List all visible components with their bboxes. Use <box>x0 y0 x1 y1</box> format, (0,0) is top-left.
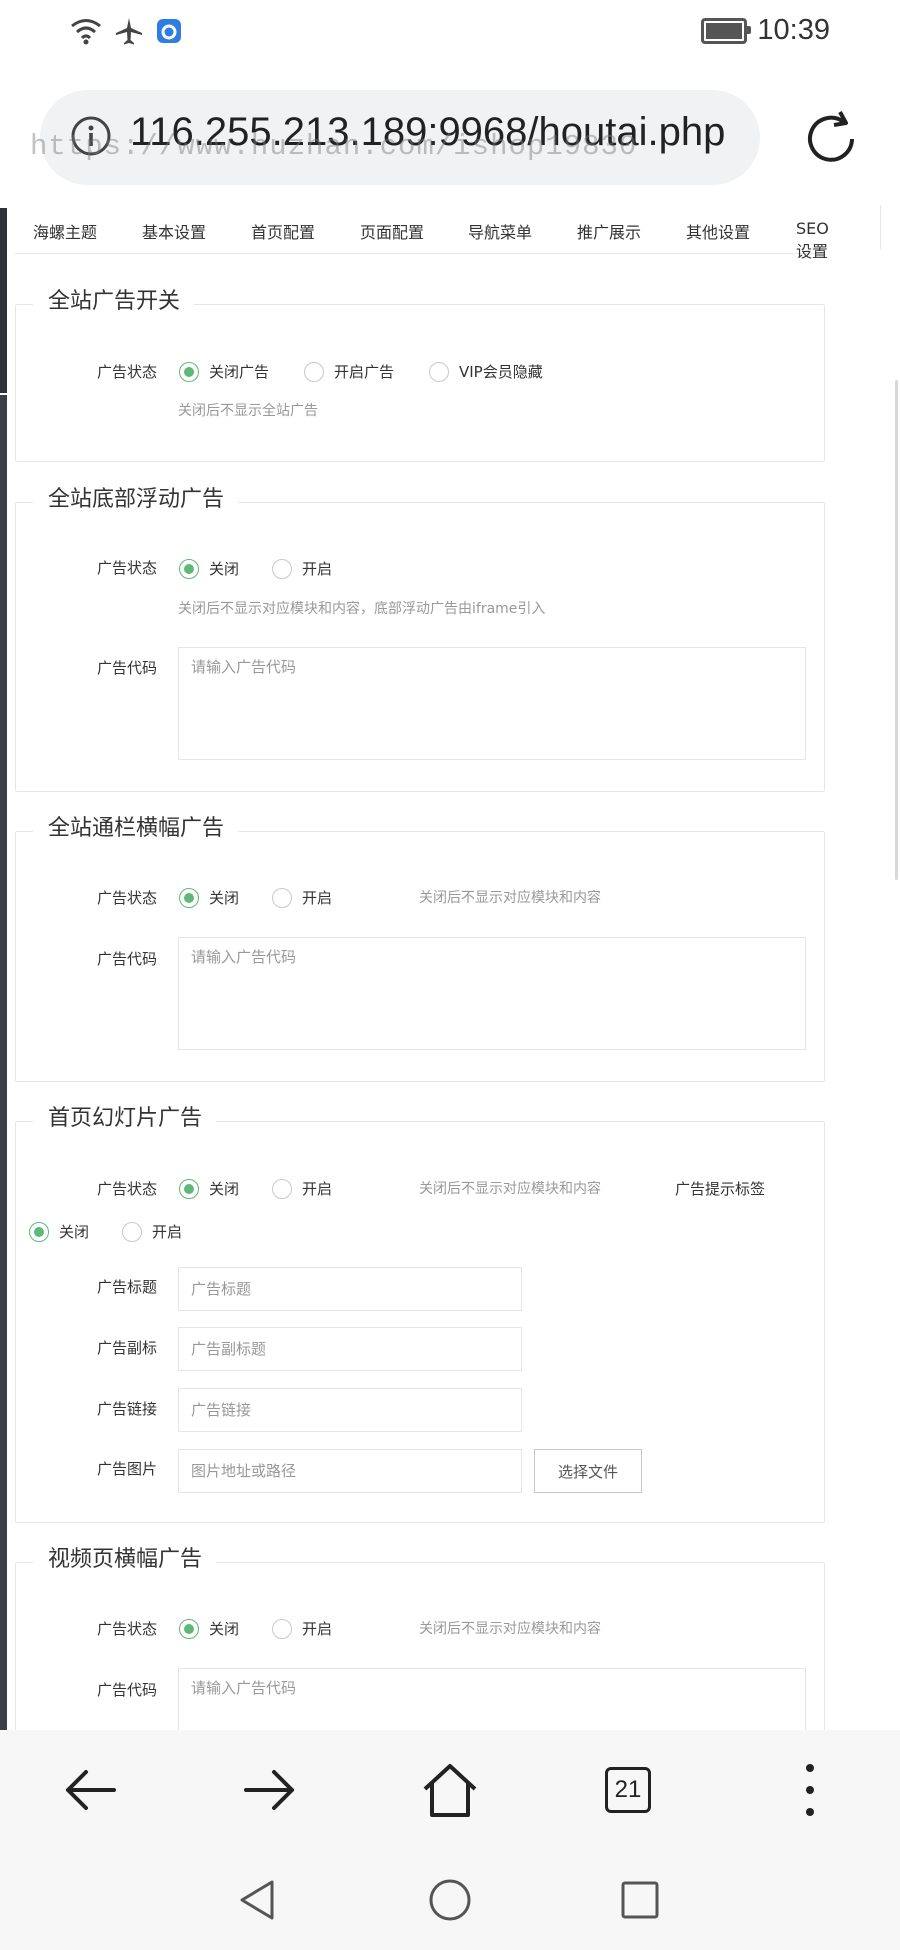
radio-tip-close[interactable]: 关闭 <box>29 1221 89 1242</box>
tab-seo-settings[interactable]: SEO设置 <box>796 219 829 262</box>
section-slideshow-ad: 首页幻灯片广告 广告状态 关闭 开启 关闭后不显示对应模块和内容 广告提示标签 … <box>15 1100 825 1523</box>
wifi-icon <box>71 19 101 45</box>
status-time: 10:39 <box>757 14 830 46</box>
tab-other-settings[interactable]: 其他设置 <box>686 219 750 243</box>
radio-unchecked-icon <box>272 887 292 908</box>
status-label: 广告状态 <box>97 363 158 381</box>
radio-close[interactable]: 关闭 <box>179 1618 239 1639</box>
radio-checked-icon <box>179 558 199 579</box>
radio-tip-open[interactable]: 开启 <box>122 1221 182 1242</box>
radio-vip-hide[interactable]: VIP会员隐藏 <box>429 361 543 382</box>
code-label: 广告代码 <box>97 950 158 968</box>
ad-image-input[interactable] <box>178 1449 522 1493</box>
browser-notification-icon <box>157 19 181 43</box>
radio-open-ad[interactable]: 开启广告 <box>304 361 394 382</box>
radio-close[interactable]: 关闭 <box>179 887 239 908</box>
status-icons-left <box>70 16 182 46</box>
left-edge-mark <box>0 395 7 1730</box>
radio-unchecked-icon <box>122 1221 142 1242</box>
hint-text: 关闭后不显示全站广告 <box>178 403 318 419</box>
nav-recents-icon[interactable] <box>618 1878 662 1922</box>
section-title: 全站广告开关 <box>33 283 195 315</box>
left-edge-mark <box>0 208 7 393</box>
tab-nav-menu[interactable]: 导航菜单 <box>468 219 532 243</box>
radio-unchecked-icon <box>272 1178 292 1199</box>
ad-title-input[interactable] <box>178 1267 522 1311</box>
page-scrollbar[interactable] <box>895 380 898 880</box>
ad-code-textarea[interactable] <box>178 937 806 1050</box>
hint-text: 关闭后不显示对应模块和内容，底部浮动广告由iframe引入 <box>178 601 546 617</box>
radio-open[interactable]: 开启 <box>272 887 332 908</box>
radio-checked-icon <box>179 1618 199 1639</box>
nav-home-icon[interactable] <box>428 1878 472 1922</box>
system-navigation-bar <box>0 1852 900 1950</box>
ad-link-label: 广告链接 <box>97 1400 158 1418</box>
hint-text: 关闭后不显示对应模块和内容 <box>419 1181 601 1197</box>
battery-icon <box>701 17 752 44</box>
ad-link-input[interactable] <box>178 1388 522 1432</box>
nav-back-icon[interactable] <box>236 1878 280 1922</box>
ad-subtitle-label: 广告副标 <box>97 1339 158 1357</box>
radio-checked-icon <box>179 361 199 382</box>
status-label: 广告状态 <box>97 559 158 577</box>
tabs-divider <box>880 205 881 249</box>
airplane-mode-icon <box>116 18 142 45</box>
back-arrow-icon[interactable] <box>60 1760 120 1820</box>
radio-open[interactable]: 开启 <box>272 558 332 579</box>
ad-subtitle-input[interactable] <box>178 1327 522 1371</box>
home-icon[interactable] <box>420 1760 480 1820</box>
radio-unchecked-icon <box>272 1618 292 1639</box>
radio-checked-icon <box>29 1221 49 1242</box>
radio-open[interactable]: 开启 <box>272 1618 332 1639</box>
ad-title-label: 广告标题 <box>97 1278 158 1296</box>
status-label: 广告状态 <box>97 889 158 907</box>
status-label: 广告状态 <box>97 1620 158 1638</box>
code-label: 广告代码 <box>97 1681 158 1699</box>
tab-basic-settings[interactable]: 基本设置 <box>142 219 206 243</box>
watermark-text: https://www.huzhan.com/ishop19830 <box>30 130 638 163</box>
status-label: 广告状态 <box>97 1180 158 1198</box>
radio-open[interactable]: 开启 <box>272 1178 332 1199</box>
forward-arrow-icon[interactable] <box>240 1760 300 1820</box>
radio-close-ad[interactable]: 关闭广告 <box>179 361 269 382</box>
radio-unchecked-icon <box>429 361 449 382</box>
section-title: 首页幻灯片广告 <box>33 1100 217 1132</box>
radio-close[interactable]: 关闭 <box>179 558 239 579</box>
tab-promotion[interactable]: 推广展示 <box>577 219 641 243</box>
choose-file-button[interactable]: 选择文件 <box>534 1449 642 1493</box>
section-banner-ad: 全站通栏横幅广告 广告状态 关闭 开启 关闭后不显示对应模块和内容 广告代码 <box>15 810 825 1082</box>
tip-label: 广告提示标签 <box>675 1180 766 1198</box>
ad-code-textarea[interactable] <box>178 647 806 760</box>
tab-theme[interactable]: 海螺主题 <box>33 219 97 243</box>
radio-close[interactable]: 关闭 <box>179 1178 239 1199</box>
tab-count-button[interactable]: 21 <box>605 1767 651 1813</box>
section-title: 全站通栏横幅广告 <box>33 810 239 842</box>
radio-checked-icon <box>179 887 199 908</box>
radio-unchecked-icon <box>304 361 324 382</box>
section-title: 全站底部浮动广告 <box>33 481 239 513</box>
hint-text: 关闭后不显示对应模块和内容 <box>419 890 601 906</box>
section-footer-float-ad: 全站底部浮动广告 广告状态 关闭 开启 关闭后不显示对应模块和内容，底部浮动广告… <box>15 481 825 792</box>
tab-page-config[interactable]: 页面配置 <box>360 219 424 243</box>
radio-checked-icon <box>179 1178 199 1199</box>
ad-image-label: 广告图片 <box>97 1460 158 1478</box>
status-bar: 10:39 <box>0 0 900 70</box>
status-icons-right: 10:39 <box>701 14 830 47</box>
reload-icon[interactable] <box>800 108 862 170</box>
more-menu-icon[interactable] <box>780 1760 840 1820</box>
section-title: 视频页横幅广告 <box>33 1541 217 1573</box>
hint-text: 关闭后不显示对应模块和内容 <box>419 1621 601 1637</box>
browser-toolbar: 21 <box>0 1730 900 1852</box>
settings-tabs: 海螺主题 基本设置 首页配置 页面配置 导航菜单 推广展示 其他设置 SEO设置 <box>15 205 829 261</box>
radio-unchecked-icon <box>272 558 292 579</box>
tab-home-config[interactable]: 首页配置 <box>251 219 315 243</box>
code-label: 广告代码 <box>97 659 158 677</box>
section-site-ad: 全站广告开关 广告状态 关闭广告 开启广告 VIP会员隐藏 关闭后不显示全站广告 <box>15 283 825 462</box>
